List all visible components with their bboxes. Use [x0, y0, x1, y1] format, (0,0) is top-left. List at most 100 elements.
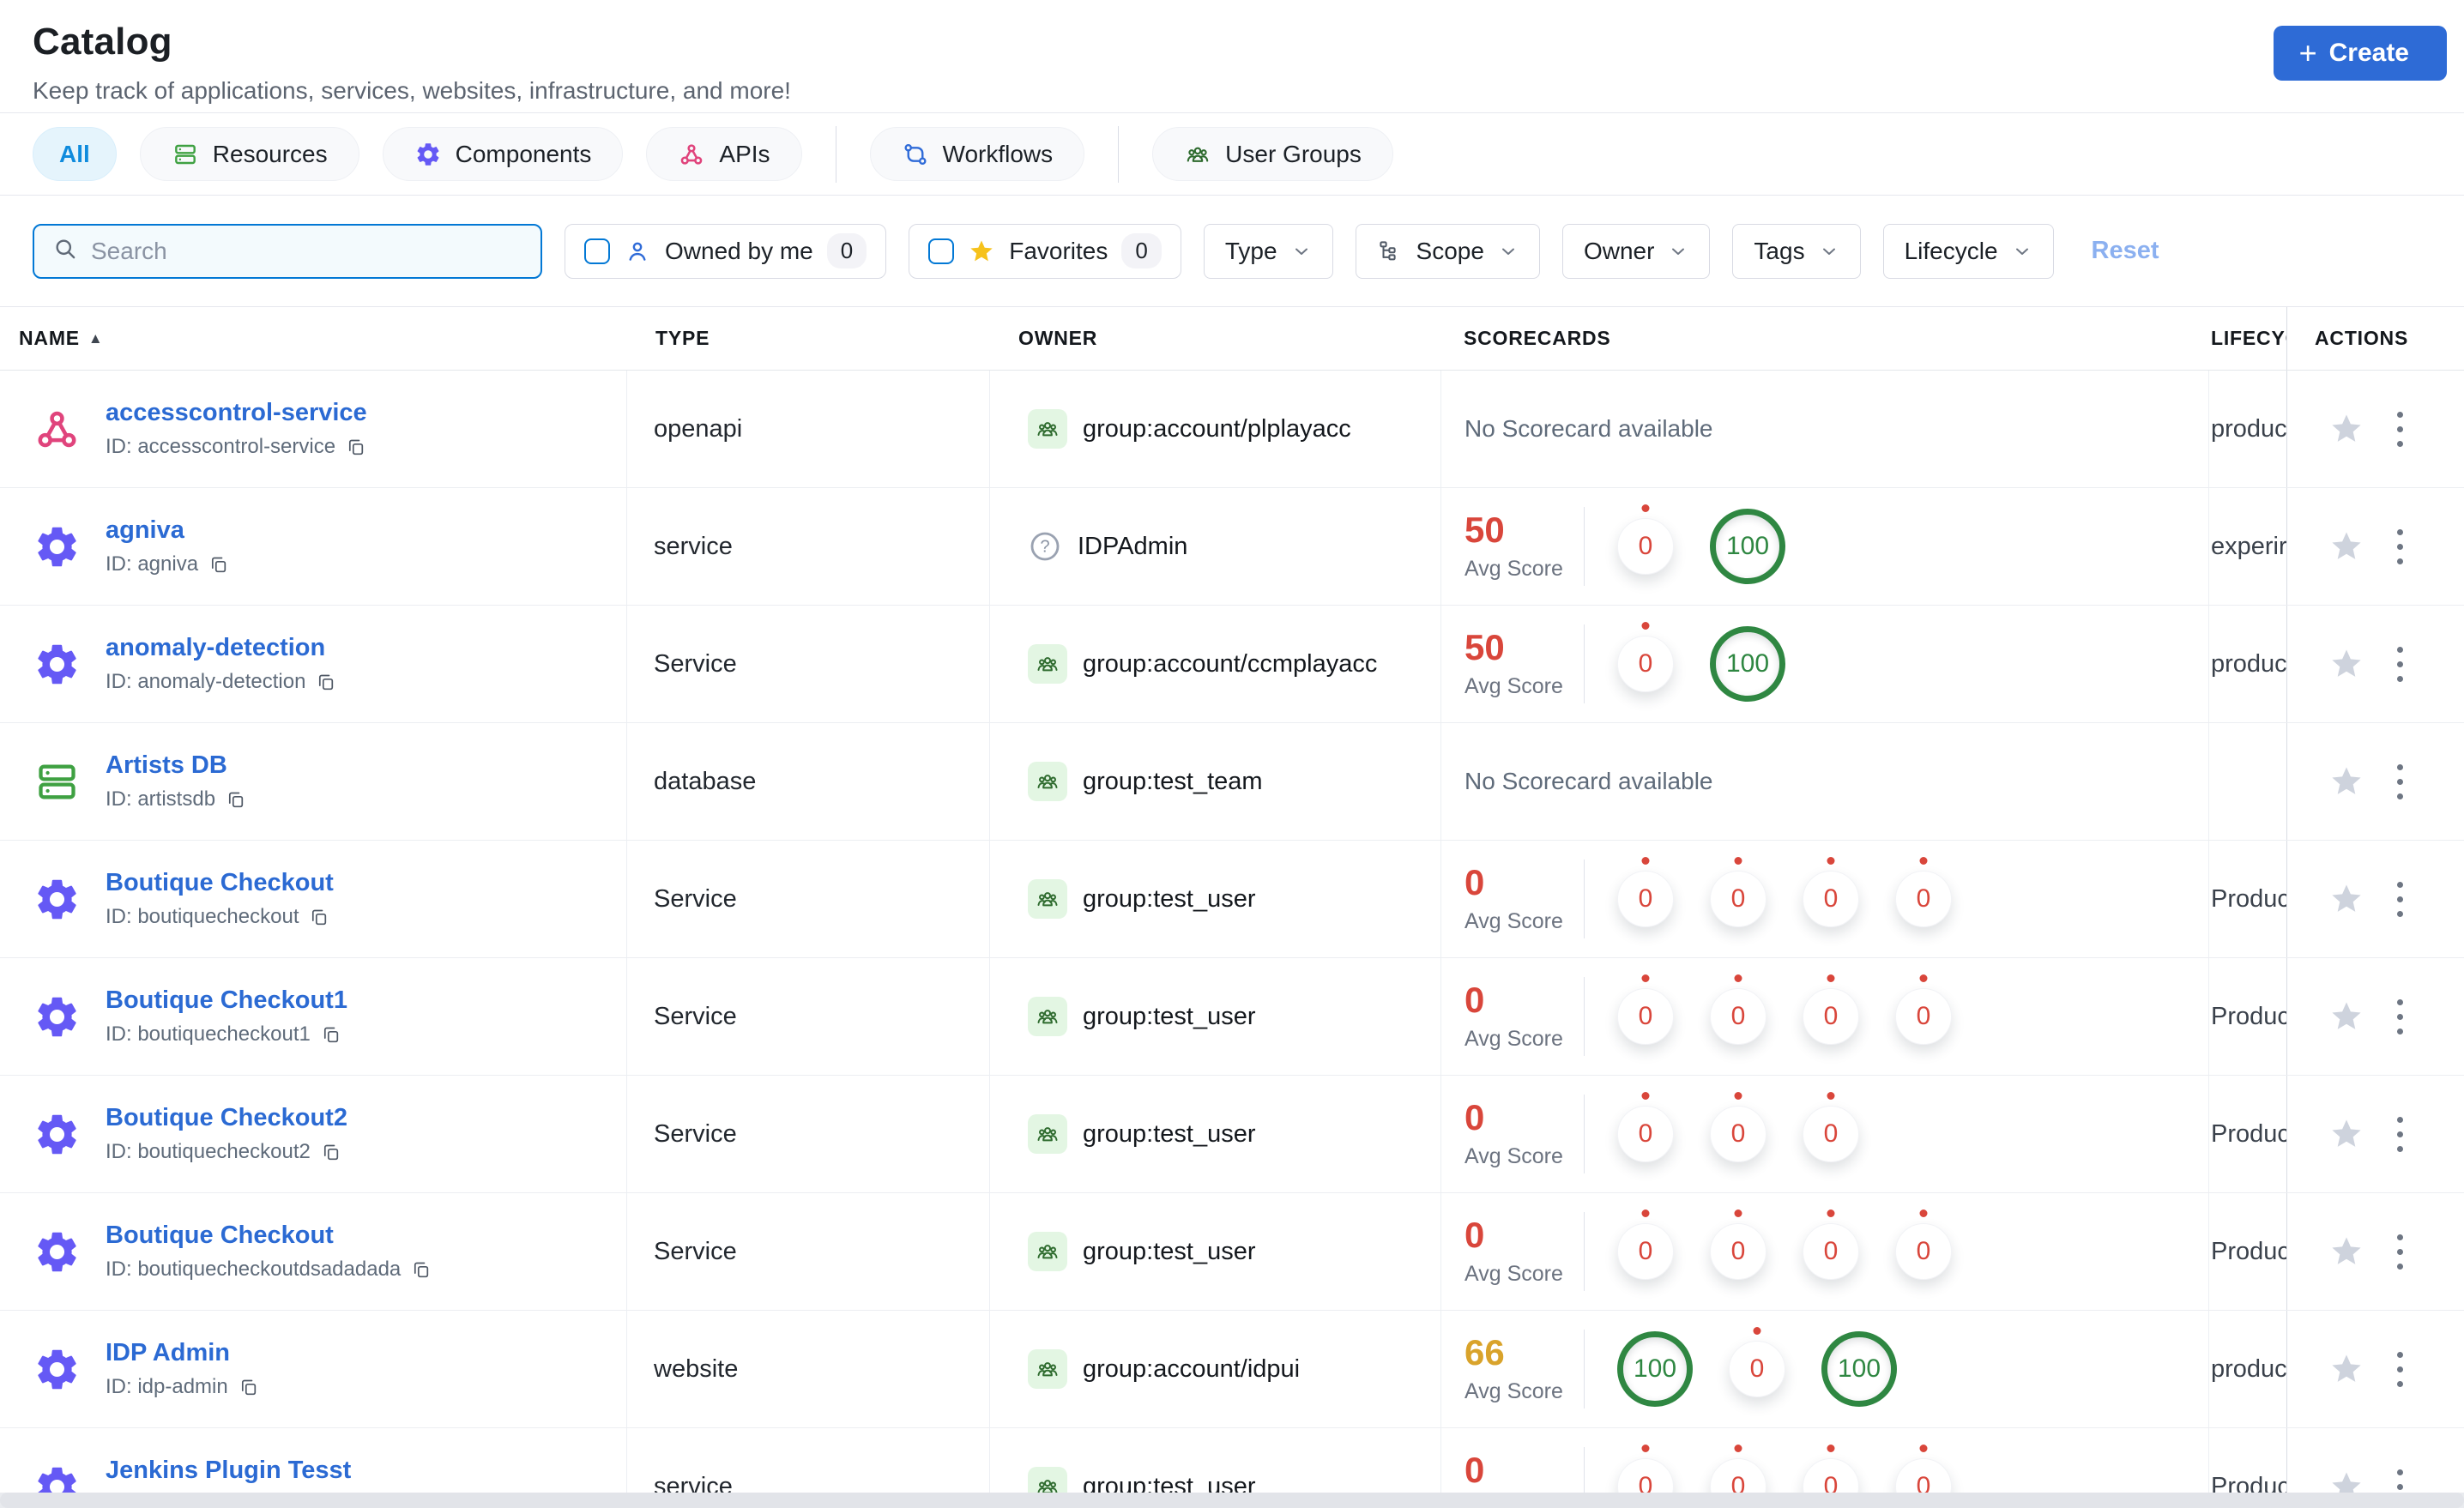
row-menu-icon[interactable]: [2394, 874, 2407, 925]
scorecard-gauge[interactable]: 0: [1729, 1327, 1785, 1397]
user-group-icon: [1184, 141, 1211, 168]
copy-icon[interactable]: [239, 1377, 259, 1397]
type-dropdown[interactable]: Type: [1203, 223, 1333, 279]
copy-icon[interactable]: [321, 1142, 341, 1162]
tab-all[interactable]: All: [33, 127, 117, 181]
scorecard-gauge[interactable]: 0: [1710, 857, 1766, 927]
owned-by-me-checkbox[interactable]: [584, 238, 610, 264]
horizontal-scrollbar[interactable]: [0, 1493, 2464, 1508]
search-input[interactable]: [91, 237, 523, 265]
owner-dropdown[interactable]: Owner: [1561, 223, 1711, 279]
copy-icon[interactable]: [411, 1259, 432, 1280]
favorite-star-icon[interactable]: [2328, 1469, 2364, 1493]
type-dropdown-label: Type: [1224, 237, 1277, 264]
tags-dropdown[interactable]: Tags: [1732, 223, 1861, 279]
favorite-star-icon[interactable]: [2328, 881, 2364, 917]
favorites-filter[interactable]: Favorites 0: [909, 223, 1181, 279]
create-button[interactable]: + Create: [2273, 26, 2447, 81]
entity-name-link[interactable]: Boutique Checkout2: [106, 1104, 347, 1132]
favorite-star-icon[interactable]: [2328, 1351, 2364, 1387]
row-menu-icon[interactable]: [2394, 522, 2407, 572]
scorecard-gauge[interactable]: 0: [1617, 1445, 1674, 1493]
scorecard-gauge[interactable]: 0: [1895, 1209, 1952, 1280]
entity-name-link[interactable]: Boutique Checkout: [106, 1221, 432, 1250]
entity-name-link[interactable]: agniva: [106, 516, 229, 545]
scorecard-gauge[interactable]: 0: [1895, 857, 1952, 927]
copy-icon[interactable]: [346, 437, 366, 457]
row-menu-icon[interactable]: [2394, 757, 2407, 807]
tab-resources[interactable]: Resources: [139, 127, 359, 181]
copy-icon[interactable]: [316, 672, 336, 692]
scorecard-gauge[interactable]: 0: [1803, 857, 1859, 927]
tab-user-groups[interactable]: User Groups: [1152, 127, 1393, 181]
favorite-star-icon[interactable]: [2328, 998, 2364, 1034]
copy-icon[interactable]: [208, 554, 229, 575]
avg-score-value: 50: [1465, 626, 1505, 667]
scorecard-gauge[interactable]: 0: [1710, 1445, 1766, 1493]
star-icon: [968, 238, 995, 265]
row-menu-icon[interactable]: [2394, 1462, 2407, 1493]
scorecard-gauge[interactable]: 0: [1617, 857, 1674, 927]
entity-name-link[interactable]: Jenkins Plugin Tesst: [106, 1457, 351, 1485]
row-menu-icon[interactable]: [2394, 1227, 2407, 1277]
gauge-marker-dot: [1919, 1209, 1928, 1217]
column-header-name[interactable]: NAME ▲: [0, 307, 627, 370]
scorecard-gauge[interactable]: 100: [1821, 1331, 1897, 1407]
entity-id: ID: boutiquecheckoutdsadadada: [106, 1258, 402, 1281]
scorecard-gauge[interactable]: 0: [1617, 1209, 1674, 1280]
search-box[interactable]: [33, 223, 542, 279]
favorites-checkbox[interactable]: [928, 238, 955, 264]
entity-name-link[interactable]: accesscontrol-service: [106, 399, 367, 427]
scorecard-gauge[interactable]: 100: [1710, 626, 1785, 702]
scorecard-gauge[interactable]: 0: [1710, 1209, 1766, 1280]
scorecard-gauge[interactable]: 0: [1895, 1445, 1952, 1493]
scorecard-gauge[interactable]: 0: [1803, 1445, 1859, 1493]
scorecard-gauge[interactable]: 0: [1617, 622, 1674, 692]
tab-workflows[interactable]: Workflows: [869, 127, 1085, 181]
avg-score-value: 0: [1465, 979, 1485, 1020]
scorecard-gauge[interactable]: 100: [1617, 1331, 1693, 1407]
scorecard-gauge[interactable]: 0: [1803, 1209, 1859, 1280]
scorecard-gauge[interactable]: 0: [1617, 1092, 1674, 1162]
scorecard-gauge[interactable]: 100: [1710, 509, 1785, 584]
scorecard-gauge[interactable]: 0: [1710, 974, 1766, 1045]
entity-name-link[interactable]: Boutique Checkout1: [106, 986, 347, 1015]
chevron-down-icon: [1498, 241, 1519, 262]
scorecard-gauge[interactable]: 0: [1803, 1092, 1859, 1162]
favorite-star-icon[interactable]: [2328, 411, 2364, 447]
avg-score: 0 Avg Score: [1465, 979, 1584, 1052]
favorite-star-icon[interactable]: [2328, 646, 2364, 682]
favorite-star-icon[interactable]: [2328, 1116, 2364, 1152]
copy-icon[interactable]: [309, 907, 329, 927]
copy-icon[interactable]: [321, 1024, 341, 1045]
reset-filters-link[interactable]: Reset: [2092, 237, 2159, 265]
row-menu-icon[interactable]: [2394, 1344, 2407, 1395]
scope-dropdown[interactable]: Scope: [1355, 223, 1540, 279]
tab-components[interactable]: Components: [382, 127, 624, 181]
favorite-star-icon[interactable]: [2328, 763, 2364, 799]
owned-by-me-filter[interactable]: Owned by me 0: [565, 223, 887, 279]
chevron-down-icon: [1819, 241, 1839, 262]
scorecard-gauge[interactable]: 0: [1895, 974, 1952, 1045]
scorecards-cell: 0 Avg Score 0 0 0: [1441, 1076, 2209, 1192]
entity-name-link[interactable]: Boutique Checkout: [106, 869, 334, 897]
favorite-star-icon[interactable]: [2328, 528, 2364, 564]
row-menu-icon[interactable]: [2394, 639, 2407, 690]
row-menu-icon[interactable]: [2394, 992, 2407, 1042]
table-row: IDP Admin ID: idp-admin website group:ac…: [0, 1311, 2464, 1428]
scorecard-gauge[interactable]: 0: [1617, 974, 1674, 1045]
row-menu-icon[interactable]: [2394, 1109, 2407, 1160]
scorecard-gauge[interactable]: 0: [1803, 974, 1859, 1045]
entity-name-link[interactable]: anomaly-detection: [106, 634, 336, 662]
lifecycle-dropdown-label: Lifecycle: [1904, 237, 1998, 264]
entity-name-link[interactable]: Artists DB: [106, 751, 246, 780]
entity-name-link[interactable]: IDP Admin: [106, 1339, 259, 1367]
tab-apis[interactable]: APIs: [646, 127, 802, 181]
scrollbar-thumb[interactable]: [0, 1493, 2464, 1508]
lifecycle-dropdown[interactable]: Lifecycle: [1882, 223, 2054, 279]
scorecard-gauge[interactable]: 0: [1710, 1092, 1766, 1162]
copy-icon[interactable]: [226, 789, 246, 810]
favorite-star-icon[interactable]: [2328, 1234, 2364, 1270]
row-menu-icon[interactable]: [2394, 404, 2407, 455]
scorecard-gauge[interactable]: 0: [1617, 504, 1674, 575]
